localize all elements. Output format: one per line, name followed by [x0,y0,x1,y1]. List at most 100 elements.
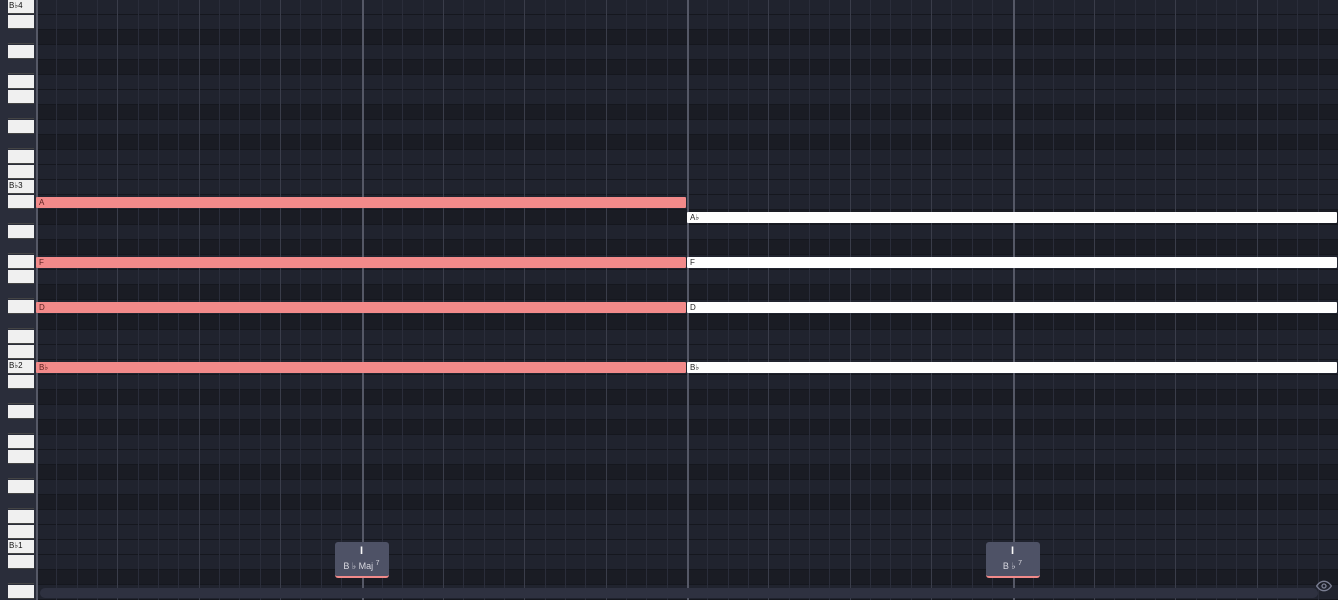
grid-line [1277,0,1278,600]
grid-line [1236,0,1237,600]
white-key[interactable] [8,405,34,419]
black-key[interactable] [8,390,34,404]
grid-line [585,0,586,600]
grid-line [423,0,424,600]
grid-line [199,0,200,600]
white-key[interactable] [8,480,34,494]
grid-line [626,0,627,600]
grid-line [484,0,485,600]
chord-label[interactable]: IB ♭ 7 [986,542,1040,578]
grid-line [1114,0,1115,600]
black-key[interactable] [8,240,34,254]
midi-note[interactable]: A♭ [687,212,1337,223]
black-key[interactable] [8,60,34,74]
white-key[interactable] [8,300,34,314]
grid-line [463,0,464,600]
grid-line [178,0,179,600]
white-key[interactable] [8,195,34,209]
black-key[interactable] [8,30,34,44]
black-key[interactable] [8,420,34,434]
midi-note[interactable]: F [687,257,1337,268]
grid-line [138,0,139,600]
grid-line [911,0,912,600]
grid-line [1074,0,1075,600]
grid-line [748,0,749,600]
grid-line [1155,0,1156,600]
black-key[interactable] [8,105,34,119]
grid-line [321,0,322,600]
grid-line [77,0,78,600]
grid-line [870,0,871,600]
grid-line [606,0,607,600]
grid-line [97,0,98,600]
midi-note[interactable]: B♭ [36,362,686,373]
chord-label[interactable]: IB ♭ Maj 7 [335,542,389,578]
grid-line [972,0,973,600]
grid-line [1013,0,1015,600]
grid-line [36,0,38,600]
white-key[interactable] [8,255,34,269]
white-key[interactable] [8,150,34,164]
white-key[interactable] [8,510,34,524]
white-key[interactable] [8,345,34,359]
chord-degree: I [339,545,385,558]
white-key[interactable] [8,450,34,464]
octave-label: B♭4 [9,1,23,10]
grid-line [850,0,851,600]
grid-line [260,0,261,600]
white-key[interactable] [8,525,34,539]
eye-icon[interactable] [1316,578,1332,594]
midi-note[interactable]: D [36,302,686,313]
grid-line [117,0,118,600]
grid-line [890,0,891,600]
piano-roll-editor[interactable]: B♭4B♭3B♭2B♭1 A F D B♭ A♭ F D B♭ IB ♭ Maj 7 IB ♭ 7 [0,0,1338,600]
white-key[interactable] [8,225,34,239]
black-key[interactable] [8,210,34,224]
white-key[interactable] [8,90,34,104]
grid-line [768,0,769,600]
grid-line [1175,0,1176,600]
midi-note[interactable]: D [687,302,1337,313]
grid-line [504,0,505,600]
white-key[interactable] [8,75,34,89]
grid-line [707,0,708,600]
grid-line [1257,0,1258,600]
scrollbar-thumb[interactable] [40,588,1318,598]
grid-line [646,0,647,600]
black-key[interactable] [8,495,34,509]
white-key[interactable] [8,165,34,179]
white-key[interactable] [8,375,34,389]
horizontal-scrollbar[interactable] [40,588,1318,598]
grid-line [280,0,281,600]
note-grid[interactable]: A F D B♭ A♭ F D B♭ IB ♭ Maj 7 IB ♭ 7 [36,0,1338,600]
grid-line [524,0,525,600]
white-key[interactable] [8,330,34,344]
grid-line [56,0,57,600]
black-key[interactable] [8,465,34,479]
midi-note[interactable]: F [36,257,686,268]
black-key[interactable] [8,285,34,299]
grid-line [1216,0,1217,600]
grid-line [443,0,444,600]
white-key[interactable] [8,585,34,599]
white-key[interactable] [8,15,34,29]
grid-line [1053,0,1054,600]
grid-line [545,0,546,600]
white-key[interactable] [8,435,34,449]
chord-degree: I [990,545,1036,558]
black-key[interactable] [8,570,34,584]
black-key[interactable] [8,315,34,329]
white-key[interactable] [8,555,34,569]
midi-note[interactable]: B♭ [687,362,1337,373]
white-key[interactable] [8,270,34,284]
white-key[interactable] [8,120,34,134]
grid-line [931,0,932,600]
black-key[interactable] [8,135,34,149]
grid-line [382,0,383,600]
octave-label: B♭2 [9,361,23,370]
piano-keyboard[interactable]: B♭4B♭3B♭2B♭1 [0,0,36,600]
midi-note[interactable]: A [36,197,686,208]
white-key[interactable] [8,45,34,59]
grid-line [341,0,342,600]
grid-line [1033,0,1034,600]
